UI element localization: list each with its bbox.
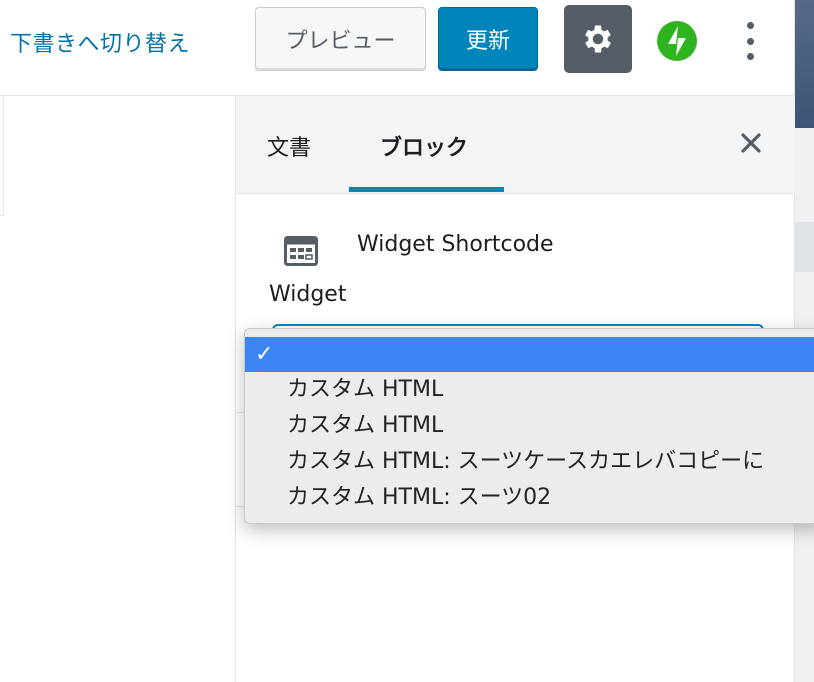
- checkmark-icon: ✓: [255, 342, 274, 367]
- editor-canvas-edge: [0, 96, 4, 216]
- widget-table-icon: [284, 236, 318, 266]
- sidebar-tabs: 文書 ブロック: [236, 96, 795, 194]
- editor-window: 下書きへ切り替え プレビュー 更新 文書 ブロック Widget Shortco…: [0, 0, 814, 682]
- dot: [746, 53, 754, 60]
- close-icon[interactable]: [736, 128, 766, 158]
- jetpack-bolt-icon[interactable]: [657, 21, 697, 61]
- active-tab-indicator: [349, 187, 504, 192]
- dot: [746, 22, 754, 29]
- editor-header: 下書きへ切り替え プレビュー 更新: [0, 0, 794, 96]
- more-menu-button[interactable]: [735, 20, 765, 62]
- update-button[interactable]: 更新: [438, 7, 538, 71]
- block-title: Widget Shortcode: [357, 232, 554, 257]
- dot: [746, 37, 754, 45]
- dropdown-option[interactable]: カスタム HTML: [245, 408, 814, 444]
- dropdown-option[interactable]: カスタム HTML: スーツ02: [245, 480, 814, 516]
- dropdown-option[interactable]: カスタム HTML: [245, 372, 814, 408]
- dropdown-option[interactable]: カスタム HTML: スーツケースカエレバコピーに: [245, 444, 814, 480]
- preview-button[interactable]: プレビュー: [255, 7, 426, 71]
- gear-icon: [585, 25, 611, 53]
- dropdown-option-selected[interactable]: ✓: [245, 337, 814, 372]
- widget-dropdown-menu: ✓ カスタム HTML カスタム HTML カスタム HTML: スーツケースカ…: [244, 328, 814, 524]
- background-panel: [795, 222, 814, 272]
- background-image: [795, 0, 814, 128]
- tab-block[interactable]: ブロック: [380, 130, 468, 162]
- widget-field-label: Widget: [269, 282, 347, 307]
- switch-to-draft-link[interactable]: 下書きへ切り替え: [10, 26, 190, 58]
- tab-document[interactable]: 文書: [267, 130, 311, 162]
- settings-button[interactable]: [564, 5, 632, 73]
